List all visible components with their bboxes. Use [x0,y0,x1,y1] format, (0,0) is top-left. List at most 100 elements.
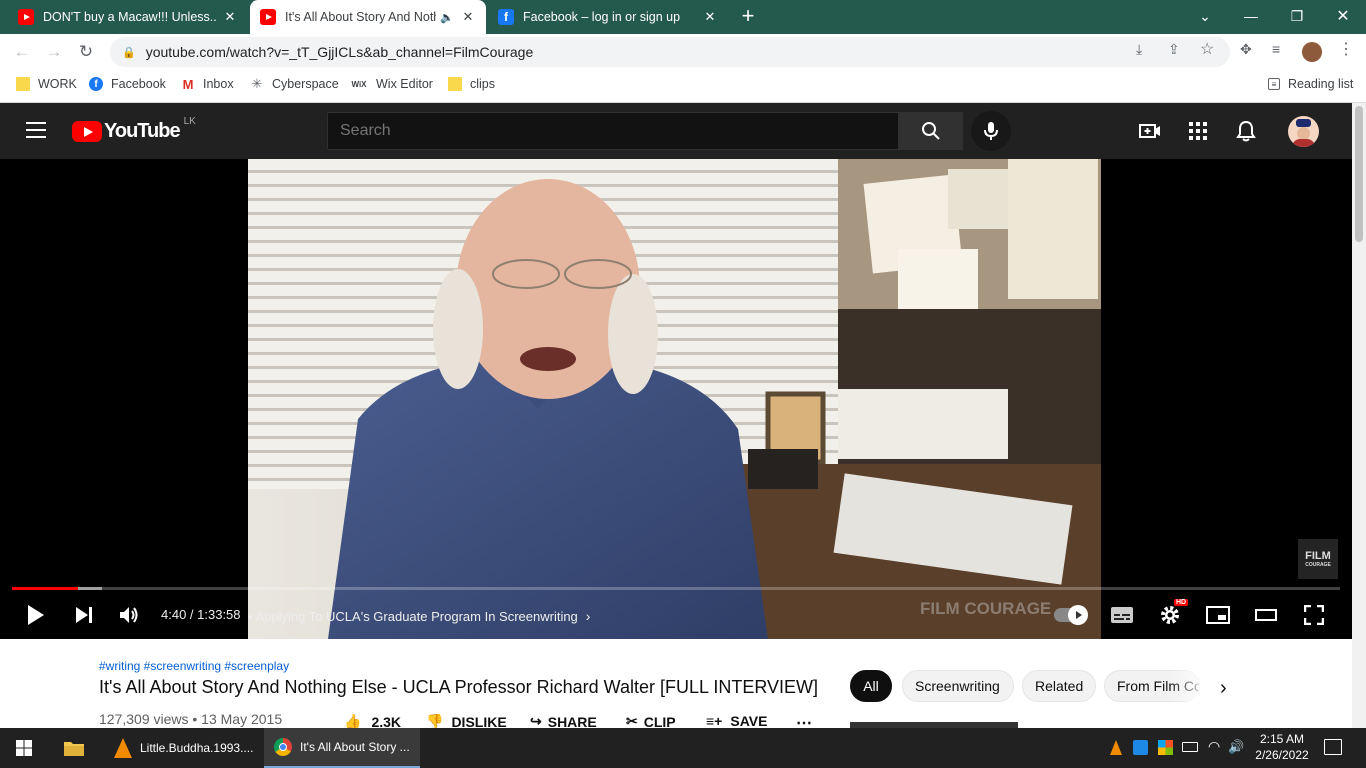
subtitles-icon [1111,607,1133,623]
bookmark-work[interactable]: WORK [16,77,77,91]
volume-icon [120,607,138,623]
vlc-cone-icon [114,738,132,758]
video-title: It's All About Story And Nothing Else - … [99,677,819,697]
close-window-button[interactable]: ✕ [1320,0,1366,32]
next-video-button[interactable] [68,599,100,631]
url-text[interactable]: youtube.com/watch?v=_tT_GjjICLs&ab_chann… [146,44,534,60]
tray-battery-icon[interactable] [1182,742,1198,752]
minimize-button[interactable]: — [1228,0,1274,32]
bookmark-star-icon[interactable]: ☆ [1200,39,1214,59]
taskbar-app-vlc[interactable]: Little.Buddha.1993.... [104,728,260,768]
bookmark-clips[interactable]: clips [448,77,495,91]
watermark-line1: FILM [1305,550,1331,562]
microphone-icon [984,122,998,140]
chips-next-chevron-icon[interactable]: › [1220,677,1227,700]
youtube-logo[interactable]: YouTube LK [72,116,196,143]
windows-taskbar: Little.Buddha.1993.... It's All About St… [0,728,1366,768]
forward-button[interactable]: → [40,38,68,66]
hashtags[interactable]: #writing #screenwriting #screenplay [99,659,289,673]
chip-related[interactable]: Related [1022,670,1096,702]
search-button[interactable] [899,112,963,150]
scrollbar-thumb[interactable] [1355,106,1363,242]
chrome-icon [274,738,292,756]
notification-center-icon[interactable] [1324,739,1342,755]
tray-clock[interactable]: 2:15 AM 2/26/2022 [1250,731,1314,763]
subtitles-button[interactable] [1106,599,1138,631]
chip-screenwriting[interactable]: Screenwriting [902,670,1014,702]
taskbar-app-chrome[interactable]: It's All About Story ... [264,728,420,768]
new-tab-button[interactable]: + [736,5,760,29]
tray-network-app-icon[interactable] [1133,740,1148,755]
windows-logo-icon [16,740,32,756]
channel-watermark-logo[interactable]: FILM COURAGE [1298,539,1338,579]
video-player[interactable]: FILM COURAGE FILM COURAGE FILM COURAGE 4… [0,159,1352,639]
hamburger-menu-icon[interactable] [26,122,46,138]
tab-story-active[interactable]: It's All About Story And Nothing Else 🔈 … [250,0,486,34]
search-box[interactable] [327,112,899,150]
tab-macaw[interactable]: DON'T buy a Macaw!!! Unless... | ✕ [8,0,248,34]
create-video-icon[interactable] [1139,120,1161,142]
folder-icon [448,77,462,91]
voice-search-button[interactable] [971,111,1011,151]
address-bar[interactable]: 🔒 youtube.com/watch?v=_tT_GjjICLs&ab_cha… [110,37,1230,67]
install-app-icon[interactable]: ⤓ [1136,41,1142,58]
gmail-icon: M [182,76,194,92]
media-control-icon[interactable]: ≡ [1272,41,1280,57]
chrome-menu-icon[interactable]: ⋮ [1338,39,1354,59]
close-tab-icon[interactable]: ✕ [460,9,476,25]
tab-facebook[interactable]: f Facebook – log in or sign up ✕ [488,0,728,34]
settings-button[interactable]: HD [1154,599,1189,631]
tray-volume-icon[interactable]: 🔊 [1228,739,1244,755]
country-code: LK [183,116,196,127]
theater-mode-button[interactable] [1250,599,1282,631]
youtube-header: YouTube LK [0,103,1352,159]
chip-all[interactable]: All [850,670,892,702]
facebook-favicon-icon: f [498,9,514,25]
share-icon[interactable]: ⇪ [1168,41,1180,58]
bookmark-cyberspace[interactable]: ✳ Cyberspace [250,76,339,91]
tab-strip: DON'T buy a Macaw!!! Unless... | ✕ It's … [0,0,1366,34]
tray-date: 2/26/2022 [1255,748,1309,762]
tray-windows-icon[interactable] [1158,740,1173,755]
reload-button[interactable]: ↻ [72,38,100,66]
autoplay-knob-icon [1068,605,1088,625]
file-explorer-button[interactable] [52,728,96,768]
back-button[interactable]: ← [8,38,36,66]
time-display: 4:40 / 1:33:58 [161,607,241,622]
youtube-logo-text: YouTube [104,120,181,142]
lock-icon[interactable]: 🔒 [122,46,136,59]
account-avatar[interactable] [1288,116,1319,147]
video-frame[interactable]: FILM COURAGE [248,159,1101,639]
save-button[interactable]: ≡+ SAVE [706,713,767,729]
miniplayer-button[interactable] [1202,599,1234,631]
reading-list-button[interactable]: ≡ Reading list [1268,77,1353,91]
mute-button[interactable] [114,599,146,631]
close-tab-icon[interactable]: ✕ [702,9,718,25]
bookmark-facebook[interactable]: f Facebook [89,77,166,91]
apps-grid-icon[interactable] [1189,122,1207,140]
video-frame-image [248,159,1101,639]
play-button[interactable] [20,599,52,631]
profile-avatar[interactable] [1302,42,1322,62]
notifications-bell-icon[interactable] [1236,120,1256,142]
bookmark-inbox[interactable]: M Inbox [181,76,234,92]
bookmark-wix-editor[interactable]: WiX Wix Editor [350,77,432,91]
tray-vlc-icon[interactable] [1110,740,1122,755]
restore-button[interactable]: ❐ [1274,0,1320,32]
start-button[interactable] [0,728,48,768]
progress-bar[interactable] [12,587,1340,590]
chapter-title[interactable]: • Applying To UCLA's Graduate Program In… [248,608,590,624]
search-input[interactable] [328,113,898,149]
skip-next-icon [76,607,92,623]
fullscreen-button[interactable] [1298,599,1330,631]
views-and-date: 127,309 views • 13 May 2015 [99,711,283,727]
play-icon [28,605,44,625]
video-info-section: #writing #screenwriting #screenplay It's… [0,639,1352,732]
audio-playing-icon[interactable]: 🔈 [440,11,454,24]
extensions-icon[interactable]: ✥ [1240,41,1252,58]
close-tab-icon[interactable]: ✕ [222,9,238,25]
tab-search-icon[interactable]: ⌄ [1182,0,1228,32]
search-icon [922,122,940,140]
tray-wifi-icon[interactable]: ◠ [1208,738,1220,755]
autoplay-toggle[interactable] [1054,605,1088,625]
